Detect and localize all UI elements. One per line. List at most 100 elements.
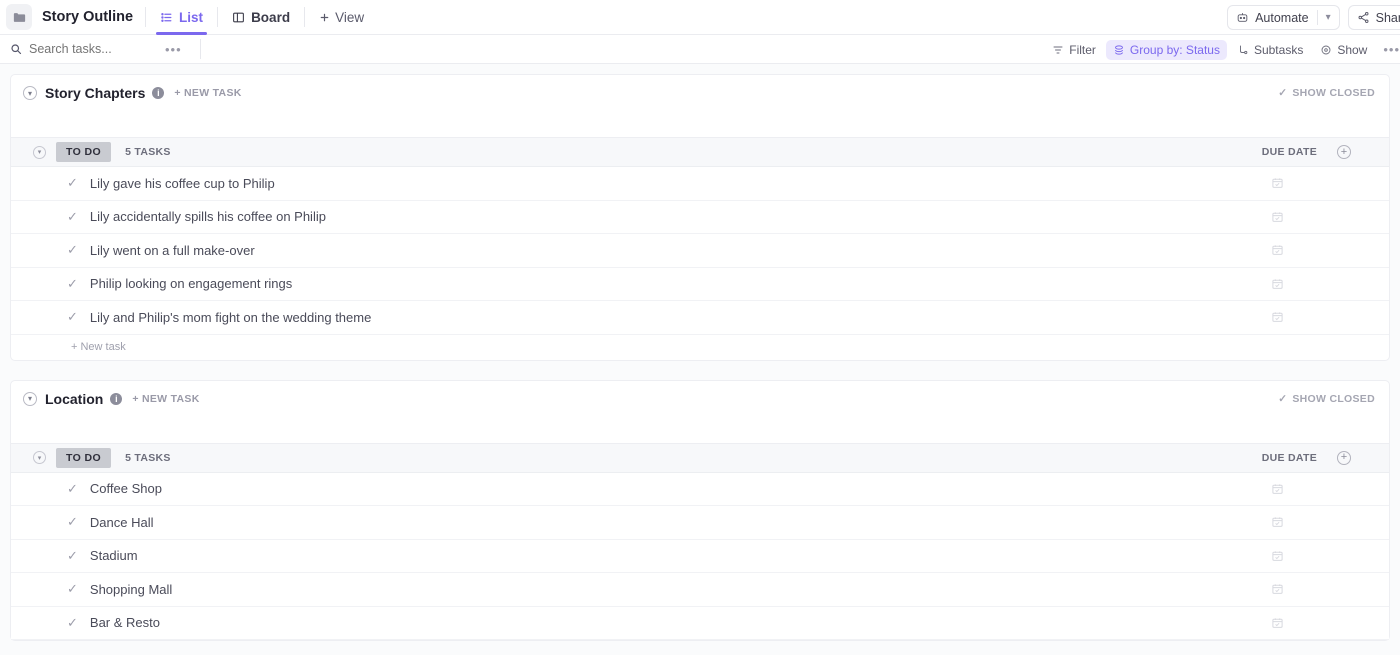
tab-board[interactable]: Board [230,0,292,35]
chevron-down-icon[interactable]: ▾ [23,391,37,406]
column-header-due-date[interactable]: DUE DATE [1262,452,1317,464]
filterbar-overflow-button[interactable]: ••• [1377,42,1400,57]
divider [145,7,147,27]
filter-button[interactable]: Filter [1045,40,1103,60]
table-row[interactable]: ✓ Philip looking on engagement rings [11,267,1389,301]
automate-button[interactable]: Automate ▾ [1227,5,1340,30]
info-icon[interactable]: i [110,392,123,405]
task-count: 5 TASKS [125,451,171,464]
eye-icon [1320,44,1332,56]
add-column-button[interactable]: + [1337,450,1351,465]
new-task-link[interactable]: + NEW TASK [132,393,199,405]
new-task-link[interactable]: + NEW TASK [174,87,241,99]
add-view-button[interactable]: View [317,0,366,35]
top-bar: Story Outline List Board View Automate ▾… [0,0,1400,35]
check-icon[interactable]: ✓ [67,581,78,597]
group-header-todo: ▾ TO DO 5 TASKS DUE DATE + [11,137,1389,167]
check-icon[interactable]: ✓ [67,548,78,564]
table-row[interactable]: ✓ Coffee Shop [11,472,1389,506]
due-date-cell[interactable] [1271,516,1284,529]
table-row[interactable]: ✓ Lily gave his coffee cup to Philip [11,167,1389,201]
check-icon[interactable]: ✓ [67,481,78,497]
table-row[interactable]: ✓ Bar & Resto [11,606,1389,640]
status-badge[interactable]: TO DO [56,142,112,162]
subtasks-icon [1237,44,1249,56]
chevron-down-icon[interactable]: ▾ [23,86,37,100]
tab-list[interactable]: List [156,0,208,35]
check-icon[interactable]: ✓ [67,276,78,292]
filter-label: Filter [1069,42,1096,57]
search-box[interactable] [0,42,159,56]
check-icon[interactable]: ✓ [67,615,78,631]
table-row[interactable]: ✓ Lily accidentally spills his coffee on… [11,200,1389,234]
due-date-cell[interactable] [1271,311,1284,324]
show-closed-button[interactable]: ✓ SHOW CLOSED [1278,393,1375,405]
show-closed-button[interactable]: ✓ SHOW CLOSED [1278,87,1375,99]
task-name: Coffee Shop [89,481,162,497]
plus-icon [319,12,330,23]
table-row[interactable]: ✓ Stadium [11,539,1389,573]
subtasks-button[interactable]: Subtasks [1230,40,1310,60]
group-header-todo: ▾ TO DO 5 TASKS DUE DATE + [11,442,1389,473]
task-name: Lily gave his coffee cup to Philip [89,175,275,191]
new-task-row[interactable]: + New task [11,335,1389,360]
due-date-cell[interactable] [1271,244,1284,257]
share-button[interactable]: Share [1347,5,1400,30]
due-date-cell[interactable] [1271,177,1284,190]
board-icon [232,11,245,24]
list-card-location: ▾ Location i + NEW TASK ✓ SHOW CLOSED ▾ … [10,379,1390,641]
table-row[interactable]: ✓ Shopping Mall [11,573,1389,607]
show-label: Show [1337,42,1368,57]
task-name: Shopping Mall [89,581,173,597]
share-icon [1357,11,1370,24]
check-icon[interactable]: ✓ [67,209,78,225]
add-view-label: View [335,9,365,25]
chevron-down-icon[interactable]: ▾ [33,145,46,159]
folder-icon[interactable] [6,4,32,30]
info-icon[interactable]: i [152,87,165,99]
due-date-cell[interactable] [1271,210,1284,223]
task-list-page: ▾ Story Chapters i + NEW TASK ✓ SHOW CLO… [0,64,1400,655]
due-date-cell[interactable] [1271,549,1284,562]
table-row[interactable]: ✓ Lily and Philip's mom fight on the wed… [11,301,1389,335]
task-name: Philip looking on engagement rings [89,276,293,292]
tab-board-label: Board [251,9,291,25]
list-title: Story Chapters [45,85,146,101]
check-icon: ✓ [1278,87,1288,99]
column-header-due-date[interactable]: DUE DATE [1262,146,1317,158]
task-name: Lily went on a full make-over [89,242,255,258]
subtasks-label: Subtasks [1253,42,1304,57]
due-date-cell[interactable] [1271,277,1284,290]
task-name: Lily and Philip's mom fight on the weddi… [89,309,372,325]
list-header: ▾ Location i + NEW TASK ✓ SHOW CLOSED [11,381,1389,417]
list-icon [160,11,173,24]
search-input[interactable] [29,42,159,56]
robot-icon [1236,11,1249,24]
divider [304,7,306,27]
check-icon[interactable]: ✓ [67,242,78,258]
status-badge[interactable]: TO DO [56,447,112,468]
top-bar-actions: Automate ▾ Share [1227,0,1400,35]
table-row[interactable]: ✓ Lily went on a full make-over [11,234,1389,268]
filter-icon [1052,44,1064,56]
table-row[interactable]: ✓ Dance Hall [11,506,1389,540]
check-icon[interactable]: ✓ [67,514,78,530]
tab-list-label: List [179,9,204,25]
group-by-button[interactable]: Group by: Status [1105,39,1227,60]
check-icon: ✓ [1278,392,1288,405]
show-button[interactable]: Show [1313,40,1374,60]
task-name: Bar & Resto [89,615,160,631]
due-date-cell[interactable] [1271,583,1284,596]
show-closed-label: SHOW CLOSED [1292,392,1375,405]
due-date-cell[interactable] [1271,482,1284,495]
chevron-down-icon[interactable]: ▾ [33,451,46,464]
due-date-cell[interactable] [1271,616,1284,629]
chevron-down-icon[interactable]: ▾ [1326,12,1331,23]
divider [217,7,219,27]
group-icon [1113,44,1125,56]
add-column-button[interactable]: + [1337,145,1351,159]
task-name: Stadium [89,548,138,564]
check-icon[interactable]: ✓ [67,175,78,191]
search-overflow-button[interactable]: ••• [159,42,188,57]
check-icon[interactable]: ✓ [67,309,78,325]
